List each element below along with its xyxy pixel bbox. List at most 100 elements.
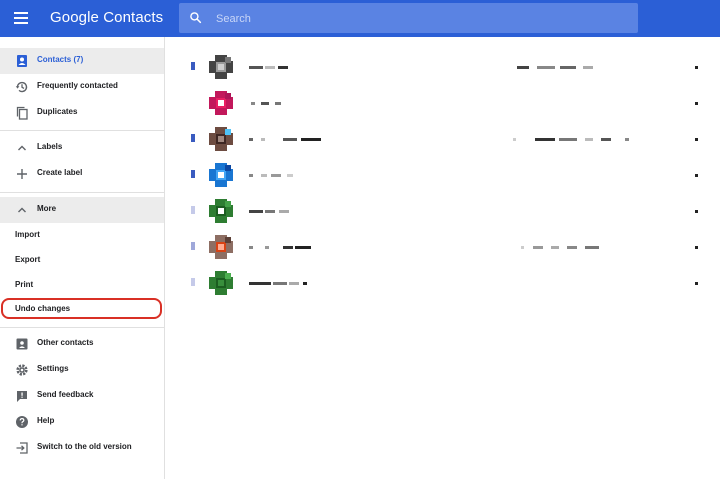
plus-icon [17,169,27,179]
sidebar-divider [0,327,164,328]
redacted-contact-details [165,86,720,122]
pixelated-text [265,210,275,213]
redacted-contact-details [165,266,720,302]
pixelated-text [537,66,555,69]
gear-icon [16,364,28,376]
pixelated-text [261,102,269,105]
contact-row[interactable] [165,266,720,302]
help-icon [16,416,28,428]
pixelated-text [283,138,297,141]
pixelated-text [249,246,253,249]
pixelated-text [695,138,698,141]
sidebar-item-help[interactable]: Help [0,409,164,435]
other-contacts-icon [16,338,28,350]
pixelated-text [249,210,263,213]
labels-header: Labels [37,142,63,151]
pixelated-text [625,138,629,141]
sidebar-item-contacts[interactable]: Contacts (7) [0,48,164,74]
history-icon [15,81,28,93]
pixelated-text [535,138,555,141]
pixelated-text [249,138,253,141]
contact-row[interactable] [165,50,720,86]
pixelated-text [271,174,281,177]
pixelated-text [695,66,698,69]
pixelated-text [261,138,265,141]
chevron-up-icon [18,145,26,151]
sidebar-item-frequently-contacted[interactable]: Frequently contacted [0,74,164,100]
pixelated-text [275,102,281,105]
sidebar-divider [0,130,164,131]
labels-section-toggle[interactable]: Labels [0,135,164,161]
contact-row[interactable] [165,194,720,230]
pixelated-text [249,66,263,69]
pixelated-text [289,282,299,285]
pixelated-text [585,246,599,249]
print-label: Print [15,280,34,289]
sidebar-item-label: Help [37,416,55,425]
redacted-contact-details [165,194,720,230]
redacted-contact-details [165,50,720,86]
pixelated-text [601,138,611,141]
pixelated-text [265,246,269,249]
pixelated-text [695,102,698,105]
sidebar-item-send-feedback[interactable]: Send feedback [0,383,164,409]
pixelated-text [560,66,576,69]
redacted-contact-details [165,122,720,158]
app-header: Google Contacts [0,0,720,37]
pixelated-text [287,174,293,177]
sidebar-item-other-contacts[interactable]: Other contacts [0,331,164,357]
sidebar-item-label: Switch to the old version [37,442,132,451]
pixelated-text [695,210,698,213]
pixelated-text [249,282,271,285]
exit-icon [16,442,28,454]
sidebar-item-label: Settings [37,364,69,373]
export-item[interactable]: Export [0,248,164,274]
app-title: Google Contacts [50,9,164,26]
contact-list [165,37,720,479]
sidebar-item-settings[interactable]: Settings [0,357,164,383]
import-label: Import [15,230,40,239]
search-icon [190,12,202,24]
more-section-toggle[interactable]: More [0,197,164,223]
contact-row[interactable] [165,230,720,266]
pixelated-text [265,66,275,69]
create-label-button[interactable]: Create label [0,161,164,187]
redacted-contact-details [165,230,720,266]
pixelated-text [551,246,559,249]
feedback-icon [17,391,27,402]
contact-row[interactable] [165,158,720,194]
pixelated-text [521,246,524,249]
create-label-text: Create label [37,168,83,177]
copy-icon [16,106,28,120]
pixelated-text [295,246,311,249]
pixelated-text [517,66,529,69]
pixelated-text [303,282,307,285]
print-item[interactable]: Print [0,273,164,299]
search-box[interactable] [179,3,638,33]
pixelated-text [585,138,593,141]
sidebar-item-label: Contacts (7) [37,55,84,64]
highlight-annotation [1,298,162,319]
more-header: More [37,204,57,213]
sidebar-item-duplicates[interactable]: Duplicates [0,100,164,126]
pixelated-text [273,282,287,285]
contacts-icon [17,55,27,67]
pixelated-text [261,174,267,177]
pixelated-text [251,102,255,105]
pixelated-text [559,138,577,141]
sidebar-item-switch-old-version[interactable]: Switch to the old version [0,435,164,461]
pixelated-text [567,246,577,249]
main-menu-icon[interactable] [14,12,28,24]
redacted-contact-details [165,158,720,194]
search-input[interactable] [214,9,618,29]
import-item[interactable]: Import [0,223,164,249]
contact-row[interactable] [165,86,720,122]
pixelated-text [695,282,698,285]
pixelated-text [278,66,288,69]
pixelated-text [533,246,543,249]
sidebar: Contacts (7) Frequently contacted Duplic… [0,37,165,479]
pixelated-text [695,174,698,177]
contact-row[interactable] [165,122,720,158]
sidebar-item-label: Frequently contacted [37,81,118,90]
pixelated-text [695,246,698,249]
